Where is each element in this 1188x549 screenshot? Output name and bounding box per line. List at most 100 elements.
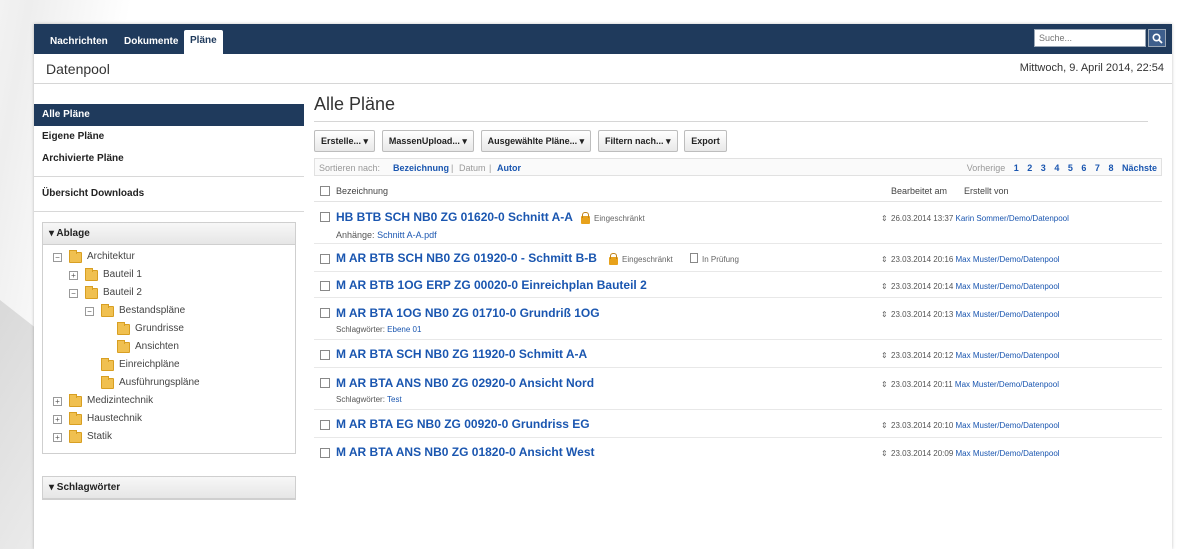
tree-toggle-icon[interactable]: − <box>53 253 62 262</box>
search-input[interactable] <box>1034 29 1146 47</box>
schlagwoerter-panel: ▾ Schlagwörter <box>42 476 296 500</box>
keyword-link[interactable]: Test <box>387 395 402 404</box>
tree-node-einreichplaene[interactable]: Einreichpläne <box>43 357 295 375</box>
plan-title-link[interactable]: M AR BTA ANS NB0 ZG 02920-0 Ansicht Nord <box>336 376 594 390</box>
tree-label: Architektur <box>87 251 135 262</box>
row-checkbox[interactable] <box>320 212 330 222</box>
pager-page-5[interactable]: 5 <box>1068 163 1073 173</box>
row-checkbox[interactable] <box>320 420 330 430</box>
folder-icon <box>69 394 82 407</box>
sidebar-divider <box>34 211 304 212</box>
tree-node-architektur[interactable]: − Architektur <box>43 249 295 267</box>
plan-title-link[interactable]: M AR BTB SCH NB0 ZG 01920-0 - Schmitt B-… <box>336 251 597 265</box>
row-checkbox[interactable] <box>320 254 330 264</box>
tree-node-haustechnik[interactable]: + Haustechnik <box>43 411 295 429</box>
row-checkbox[interactable] <box>320 378 330 388</box>
erstelle-dropdown-button[interactable]: Erstelle... ▾ <box>314 130 376 152</box>
sort-by-datum[interactable]: Datum <box>459 159 486 177</box>
folder-icon <box>69 412 82 425</box>
sidebar-item-archivierte-plaene[interactable]: Archivierte Pläne <box>34 148 304 170</box>
author-link[interactable]: Max Muster/Demo/Datenpool <box>956 421 1060 430</box>
tree-node-grundrisse[interactable]: Grundrisse <box>43 321 295 339</box>
tree-node-medizintechnik[interactable]: + Medizintechnik <box>43 393 295 411</box>
pager-page-8[interactable]: 8 <box>1108 163 1113 173</box>
row-checkbox[interactable] <box>320 308 330 318</box>
column-erstellt-von[interactable]: Erstellt von <box>964 186 1009 196</box>
tab-nachrichten[interactable]: Nachrichten <box>44 32 114 54</box>
column-bearbeitet-am[interactable]: Bearbeitet am <box>891 186 947 196</box>
folder-icon <box>101 376 114 389</box>
export-button[interactable]: Export <box>684 130 727 152</box>
plan-title-link[interactable]: M AR BTA EG NB0 ZG 00920-0 Grundriss EG <box>336 417 590 431</box>
tree-label: Bauteil 1 <box>103 269 142 280</box>
pager-page-4[interactable]: 4 <box>1054 163 1059 173</box>
tree-toggle-icon[interactable]: + <box>69 271 78 280</box>
sort-by-autor[interactable]: Autor <box>497 159 521 177</box>
tree-toggle-icon[interactable]: − <box>85 307 94 316</box>
sidebar-item-alle-plaene[interactable]: Alle Pläne <box>34 104 304 126</box>
tree-toggle-icon[interactable]: − <box>69 289 78 298</box>
tree-toggle-icon[interactable]: + <box>53 397 62 406</box>
attachment-link[interactable]: Schnitt A-A.pdf <box>377 230 437 240</box>
plan-title-link[interactable]: M AR BTB 1OG ERP ZG 00020-0 Einreichplan… <box>336 278 647 292</box>
tree-node-bestandsplaene[interactable]: − Bestandspläne <box>43 303 295 321</box>
top-navbar: Nachrichten Dokumente Pläne <box>34 24 1172 54</box>
sort-arrows-icon: ⇕ <box>881 421 888 430</box>
row-meta: 26.03.2014 13:37 Karin Sommer/Demo/Daten… <box>891 214 1069 223</box>
pager-page-3[interactable]: 3 <box>1041 163 1046 173</box>
massenupload-dropdown-button[interactable]: MassenUpload... ▾ <box>381 130 474 152</box>
pager-page-6[interactable]: 6 <box>1081 163 1086 173</box>
pager-page-2[interactable]: 2 <box>1027 163 1032 173</box>
sort-arrows-icon: ⇕ <box>881 310 888 319</box>
tree-node-ausfuehrungsplaene[interactable]: Ausführungspläne <box>43 375 295 393</box>
ablage-panel-header[interactable]: ▾ Ablage <box>43 223 295 245</box>
sort-separator: | <box>451 163 454 173</box>
pagination: Vorherige 1 2 3 4 5 6 7 8 Nächste <box>967 159 1157 177</box>
plan-title-link[interactable]: M AR BTA SCH NB0 ZG 11920-0 Schmitt A-A <box>336 347 587 361</box>
sidebar-item-uebersicht-downloads[interactable]: Übersicht Downloads <box>34 183 304 205</box>
tree-node-statik[interactable]: + Statik <box>43 429 295 447</box>
tree-label: Grundrisse <box>135 323 184 334</box>
sidebar-item-eigene-plaene[interactable]: Eigene Pläne <box>34 126 304 148</box>
edited-date: 23.03.2014 20:09 <box>891 449 954 458</box>
table-row: M AR BTA ANS NB0 ZG 02920-0 Ansicht Nord… <box>314 368 1162 410</box>
edited-date: 23.03.2014 20:12 <box>891 351 954 360</box>
tree-node-bauteil-1[interactable]: + Bauteil 1 <box>43 267 295 285</box>
tree-node-bauteil-2[interactable]: − Bauteil 2 <box>43 285 295 303</box>
author-link[interactable]: Max Muster/Demo/Datenpool <box>956 449 1060 458</box>
search-button[interactable] <box>1148 29 1166 47</box>
author-link[interactable]: Max Muster/Demo/Datenpool <box>956 351 1060 360</box>
author-link[interactable]: Max Muster/Demo/Datenpool <box>956 310 1060 319</box>
author-link[interactable]: Karin Sommer/Demo/Datenpool <box>956 214 1069 223</box>
author-link[interactable]: Max Muster/Demo/Datenpool <box>956 282 1060 291</box>
row-checkbox[interactable] <box>320 350 330 360</box>
tab-plaene[interactable]: Pläne <box>184 30 223 54</box>
row-checkbox[interactable] <box>320 448 330 458</box>
filtern-dropdown-button[interactable]: Filtern nach... ▾ <box>597 130 678 152</box>
ausgewaehlte-plaene-dropdown-button[interactable]: Ausgewählte Pläne... ▾ <box>480 130 592 152</box>
sort-by-bezeichnung[interactable]: Bezeichnung <box>393 159 449 177</box>
schlagwoerter-panel-header[interactable]: ▾ Schlagwörter <box>43 477 295 499</box>
tree-node-ansichten[interactable]: Ansichten <box>43 339 295 357</box>
pager-page-1[interactable]: 1 <box>1014 163 1019 173</box>
column-bezeichnung[interactable]: Bezeichnung <box>336 186 388 196</box>
author-link[interactable]: Max Muster/Demo/Datenpool <box>956 255 1060 264</box>
sort-arrows-icon: ⇕ <box>881 282 888 291</box>
row-checkbox[interactable] <box>320 281 330 291</box>
sort-arrows-icon: ⇕ <box>881 449 888 458</box>
keyword-link[interactable]: Ebene 01 <box>387 325 421 334</box>
tab-dokumente[interactable]: Dokumente <box>118 32 184 54</box>
author-link[interactable]: Max Muster/Demo/Datenpool <box>955 380 1059 389</box>
date-display: Mittwoch, 9. April 2014, 22:54 <box>1019 62 1164 74</box>
pager-previous[interactable]: Vorherige <box>967 163 1006 173</box>
pager-page-7[interactable]: 7 <box>1095 163 1100 173</box>
tree-label: Bestandspläne <box>119 305 186 316</box>
tree-toggle-icon[interactable]: + <box>53 415 62 424</box>
plan-title-link[interactable]: M AR BTA 1OG NB0 ZG 01710-0 Grundriß 1OG <box>336 306 600 320</box>
select-all-checkbox[interactable] <box>320 186 330 196</box>
tree-toggle-icon[interactable]: + <box>53 433 62 442</box>
pager-next[interactable]: Nächste <box>1122 163 1157 173</box>
plan-title-link[interactable]: HB BTB SCH NB0 ZG 01620-0 Schnitt A-A <box>336 210 573 224</box>
plan-title-link[interactable]: M AR BTA ANS NB0 ZG 01820-0 Ansicht West <box>336 445 595 459</box>
folder-icon <box>85 268 98 281</box>
